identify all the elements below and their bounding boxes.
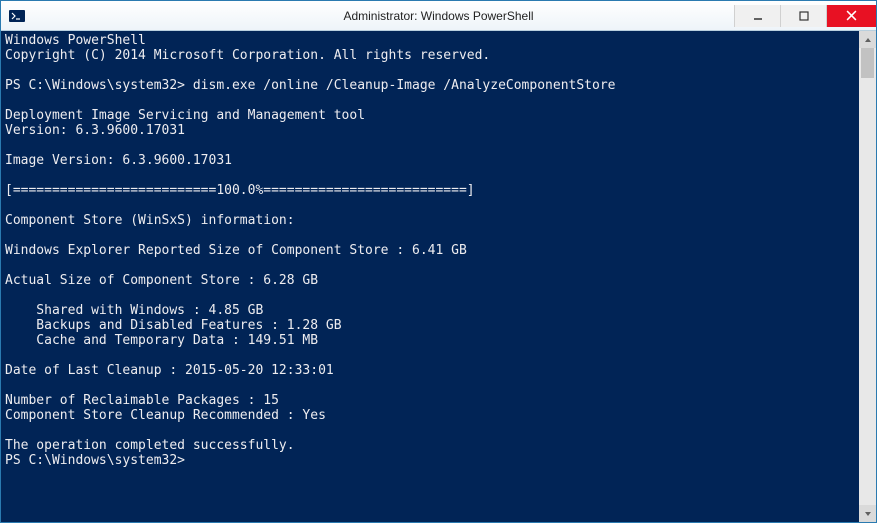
scroll-down-button[interactable]: [859, 505, 876, 522]
console-line: Windows PowerShell: [5, 33, 146, 48]
scroll-up-button[interactable]: [859, 31, 876, 48]
vertical-scrollbar[interactable]: [859, 31, 876, 522]
console-line: Version: 6.3.9600.17031: [5, 123, 185, 138]
powershell-window: Administrator: Windows PowerShell Window…: [0, 0, 877, 523]
maximize-button[interactable]: [780, 5, 826, 27]
console-line: Actual Size of Component Store : 6.28 GB: [5, 273, 318, 288]
scroll-thumb[interactable]: [861, 48, 874, 78]
console-line: PS C:\Windows\system32>: [5, 453, 185, 468]
console-line: Date of Last Cleanup : 2015-05-20 12:33:…: [5, 363, 334, 378]
console-line: Number of Reclaimable Packages : 15: [5, 393, 279, 408]
window-controls: [734, 5, 876, 27]
powershell-icon: [9, 8, 25, 24]
console-line: Component Store (WinSxS) information:: [5, 213, 295, 228]
console-line: Shared with Windows : 4.85 GB: [5, 303, 263, 318]
console-area: Windows PowerShell Copyright (C) 2014 Mi…: [1, 31, 876, 522]
titlebar[interactable]: Administrator: Windows PowerShell: [1, 1, 876, 31]
console-line: Windows Explorer Reported Size of Compon…: [5, 243, 467, 258]
console-line: Backups and Disabled Features : 1.28 GB: [5, 318, 342, 333]
console-line: Copyright (C) 2014 Microsoft Corporation…: [5, 48, 490, 63]
console-line: PS C:\Windows\system32> dism.exe /online…: [5, 78, 615, 93]
console-line: [==========================100.0%=======…: [5, 183, 475, 198]
close-button[interactable]: [826, 5, 876, 27]
minimize-button[interactable]: [734, 5, 780, 27]
console-line: The operation completed successfully.: [5, 438, 295, 453]
console-line: Component Store Cleanup Recommended : Ye…: [5, 408, 326, 423]
console-output[interactable]: Windows PowerShell Copyright (C) 2014 Mi…: [1, 31, 859, 522]
console-line: Image Version: 6.3.9600.17031: [5, 153, 232, 168]
scroll-track[interactable]: [859, 48, 876, 505]
console-line: Deployment Image Servicing and Managemen…: [5, 108, 365, 123]
console-line: Cache and Temporary Data : 149.51 MB: [5, 333, 318, 348]
